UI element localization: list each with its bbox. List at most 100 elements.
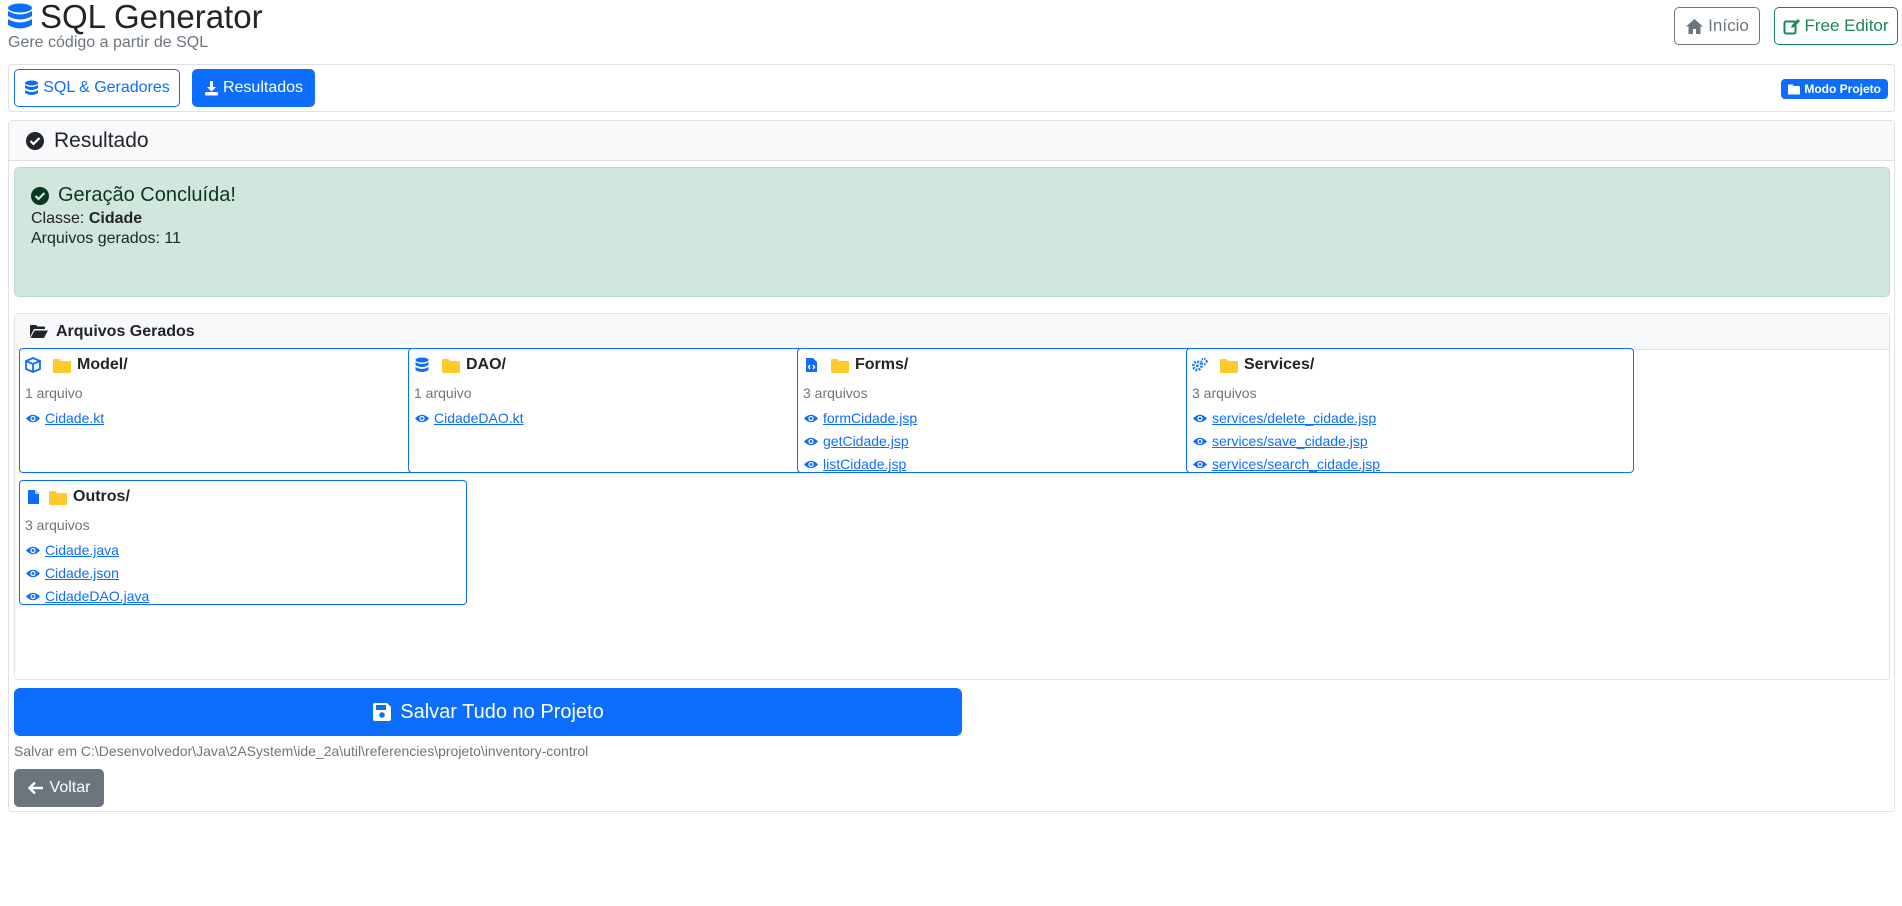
folder-icon <box>831 358 849 373</box>
tab-results-label: Resultados <box>222 79 304 96</box>
file-link[interactable]: services/delete_cidade.jsp <box>1192 410 1376 426</box>
download-icon <box>204 81 218 96</box>
file-name: Cidade.java <box>45 542 119 558</box>
save-all-label: Salvar Tudo no Projeto <box>400 700 604 723</box>
home-icon <box>1686 18 1704 34</box>
folder-name: Services/ <box>1244 356 1315 373</box>
folder-name: Model/ <box>77 356 128 373</box>
file-link[interactable]: services/save_cidade.jsp <box>1192 433 1368 449</box>
folder-header: DAO/ <box>414 355 506 375</box>
folder-count: 1 arquivo <box>414 385 472 401</box>
class-line: Classe: Cidade <box>31 210 142 228</box>
file-link[interactable]: services/search_cidade.jsp <box>1192 456 1380 472</box>
file-link[interactable]: Cidade.kt <box>25 410 104 426</box>
app-header: SQL Generator Gere código a partir de SQ… <box>7 0 1898 58</box>
app-subtitle: Gere código a partir de SQL <box>8 34 209 51</box>
file-link[interactable]: listCidade.jsp <box>803 456 906 472</box>
folder-icon <box>1220 358 1238 373</box>
tab-sql-geradores[interactable]: SQL & Geradores <box>14 69 180 107</box>
file-name: listCidade.jsp <box>823 456 907 472</box>
folder-count: 3 arquivos <box>25 517 90 533</box>
save-icon <box>373 703 392 721</box>
tab-resultados[interactable]: Resultados <box>192 69 315 107</box>
eye-icon <box>26 592 40 600</box>
file-name: Cidade.kt <box>45 410 105 426</box>
file-name: services/save_cidade.jsp <box>1212 433 1368 449</box>
folder-header: Forms/ <box>803 355 908 375</box>
mode-badge-label: Modo Projeto <box>1804 82 1881 96</box>
gears-icon <box>1192 357 1208 372</box>
file-name: CidadeDAO.java <box>45 588 150 604</box>
back-button[interactable]: Voltar <box>14 769 104 807</box>
alert-title: Geração Concluída! <box>30 184 236 207</box>
folder-icon <box>49 490 67 505</box>
file-name: formCidade.jsp <box>823 410 918 426</box>
class-label: Classe: <box>31 210 85 227</box>
generated-files-title: Arquivos Gerados <box>56 322 195 340</box>
folder-open-icon <box>30 325 48 338</box>
success-alert: Geração Concluída! Classe: Cidade Arquiv… <box>14 167 1890 297</box>
folder-count: 1 arquivo <box>25 385 83 401</box>
folder-header: Outros/ <box>25 487 130 507</box>
check-circle-icon <box>31 186 49 205</box>
folder-count: 3 arquivos <box>1192 385 1257 401</box>
file-link[interactable]: formCidade.jsp <box>803 410 917 426</box>
file-code-icon <box>806 358 817 372</box>
file-icon <box>28 490 39 504</box>
back-label: Voltar <box>49 779 91 796</box>
file-link[interactable]: CidadeDAO.kt <box>414 410 523 426</box>
free-editor-button[interactable]: Free Editor <box>1774 7 1898 45</box>
file-link[interactable]: CidadeDAO.java <box>25 588 149 604</box>
database-icon <box>8 3 32 29</box>
folder-count: 3 arquivos <box>803 385 868 401</box>
files-count: Arquivos gerados: 11 <box>31 230 182 247</box>
result-title: Resultado <box>54 128 149 152</box>
eye-icon <box>1193 414 1207 422</box>
nav-bar: SQL & Geradores Resultados Modo Projeto <box>8 64 1895 112</box>
folder-icon <box>442 358 460 373</box>
folder-header: Model/ <box>25 355 128 375</box>
tab-sql-label: SQL & Geradores <box>43 79 170 96</box>
folder-name: DAO/ <box>466 356 506 373</box>
result-card: Resultado Geração Concluída! Classe: Cid… <box>8 120 1895 812</box>
eye-icon <box>26 569 40 577</box>
alert-title-text: Geração Concluída! <box>58 184 236 206</box>
file-link[interactable]: getCidade.jsp <box>803 433 909 449</box>
mode-badge: Modo Projeto <box>1781 79 1888 99</box>
edit-icon <box>1783 18 1801 34</box>
folder-card-services: Services/ 3 arquivos services/delete_cid… <box>1186 348 1634 473</box>
folder-card-outros: Outros/ 3 arquivos Cidade.java Cidade.js… <box>19 480 467 605</box>
result-card-header: Resultado <box>9 121 1894 161</box>
eye-icon <box>26 546 40 554</box>
eye-icon <box>1193 460 1207 468</box>
file-link[interactable]: Cidade.json <box>25 565 119 581</box>
app-title: SQL Generator <box>7 0 263 35</box>
eye-icon <box>415 414 429 422</box>
arrow-left-icon <box>27 781 43 795</box>
generated-files-card: Arquivos Gerados Model/ 1 arquivo Cidade… <box>14 313 1890 680</box>
folder-icon <box>1788 84 1801 94</box>
free-editor-label: Free Editor <box>1804 16 1889 35</box>
file-name: getCidade.jsp <box>823 433 909 449</box>
save-all-button[interactable]: Salvar Tudo no Projeto <box>14 688 962 736</box>
file-name: CidadeDAO.kt <box>434 410 524 426</box>
folder-card-model: Model/ 1 arquivo Cidade.kt <box>19 348 467 473</box>
file-link[interactable]: Cidade.java <box>25 542 119 558</box>
file-name: Cidade.json <box>45 565 119 581</box>
eye-icon <box>804 460 818 468</box>
home-button[interactable]: Início <box>1674 7 1760 45</box>
database-icon <box>25 80 39 95</box>
folder-name: Forms/ <box>855 356 909 373</box>
home-button-label: Início <box>1708 16 1749 35</box>
app-title-text: SQL Generator <box>40 0 263 35</box>
save-path: Salvar em C:\Desenvolvedor\Java\2ASystem… <box>14 743 589 759</box>
folder-card-forms: Forms/ 3 arquivos formCidade.jsp getCida… <box>797 348 1245 473</box>
folder-header: Services/ <box>1192 355 1314 375</box>
folder-icon <box>53 358 71 373</box>
class-name: Cidade <box>88 210 143 227</box>
file-name: services/search_cidade.jsp <box>1212 456 1381 472</box>
eye-icon <box>804 414 818 422</box>
eye-icon <box>26 414 40 422</box>
database-icon <box>415 357 429 372</box>
folder-card-dao: DAO/ 1 arquivo CidadeDAO.kt <box>408 348 856 473</box>
